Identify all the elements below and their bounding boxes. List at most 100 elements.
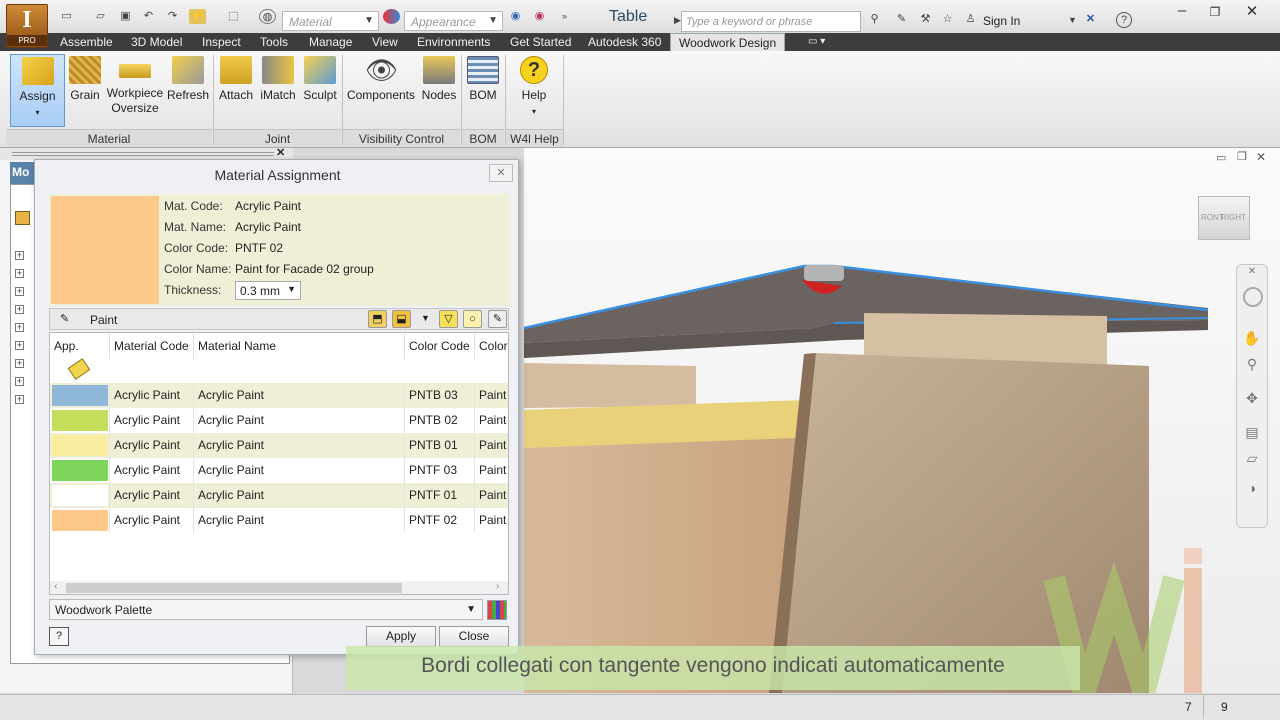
tree-expand-icon[interactable]: + <box>15 305 24 314</box>
eyedropper-icon[interactable]: ✎ <box>488 310 507 328</box>
orbit-icon[interactable]: ✥ <box>1243 389 1261 407</box>
view-face-icon[interactable]: ▤ <box>1243 423 1261 441</box>
help-ribbon-button[interactable]: ? Help ▾ <box>508 54 560 124</box>
attach-button[interactable]: Attach <box>217 54 255 124</box>
tree-expand-icon[interactable]: + <box>15 377 24 386</box>
graphics-viewport[interactable]: ▭ ❐ ✕ RONT RIGHT <box>524 148 1280 693</box>
tree-expand-icon[interactable]: + <box>15 359 24 368</box>
appearance-icon[interactable] <box>383 9 400 24</box>
tool-dropdown-icon[interactable]: ▼ <box>416 310 435 328</box>
scroll-left-icon[interactable]: ‹ <box>54 581 57 592</box>
browser-close-icon[interactable]: ✕ <box>276 146 285 159</box>
tree-expand-icon[interactable]: + <box>15 287 24 296</box>
table-row[interactable]: Acrylic Paint Acrylic Paint PNTB 03 Paint <box>50 383 508 408</box>
appearance-select[interactable]: Appearance ▼ <box>404 11 503 31</box>
tab-3d-model[interactable]: 3D Model <box>131 33 182 51</box>
column-header-material-name[interactable]: Material Name <box>194 333 405 359</box>
components-button[interactable]: 👁 Components <box>345 54 417 124</box>
star-icon[interactable]: ☆ <box>939 12 956 27</box>
navbar-close-icon[interactable]: ✕ <box>1243 263 1261 281</box>
dialog-close-icon[interactable]: ✕ <box>489 164 513 182</box>
app-logo[interactable]: I PRO <box>6 4 48 48</box>
refresh-button[interactable]: Refresh <box>167 54 209 124</box>
filter-tool-icon[interactable]: ▽ <box>439 310 458 328</box>
assign-button[interactable]: Assign ▾ <box>10 54 65 127</box>
tree-expand-icon[interactable]: + <box>15 341 24 350</box>
column-header-app[interactable]: App. <box>50 333 110 359</box>
scroll-thumb[interactable] <box>66 583 402 593</box>
open-folder-icon[interactable]: ▱ <box>92 9 109 24</box>
workpiece-oversize-button[interactable]: Workpiece Oversize <box>106 54 164 124</box>
adjust-icon[interactable]: ◉ <box>507 9 524 24</box>
view-cube-right[interactable]: RIGHT <box>1221 213 1246 222</box>
viewport-minimize-icon[interactable]: ▭ <box>1216 151 1226 164</box>
bom-button[interactable]: BOM <box>464 54 502 124</box>
column-header-color[interactable]: Color <box>475 333 508 359</box>
close-button[interactable]: Close <box>439 626 509 647</box>
new-file-icon[interactable]: ▭ <box>58 9 75 24</box>
assembly-icon[interactable] <box>15 211 30 225</box>
select-icon[interactable]: ⬚ <box>225 9 242 24</box>
more-icon[interactable]: » <box>556 9 573 24</box>
steering-wheel-icon[interactable] <box>1243 287 1263 307</box>
tree-expand-icon[interactable]: + <box>15 269 24 278</box>
assign-body-icon[interactable]: ⬓ <box>392 310 411 328</box>
exchange-icon[interactable]: ✕ <box>1082 12 1099 27</box>
tree-expand-icon[interactable]: + <box>15 395 24 404</box>
undo-icon[interactable]: ↶ <box>140 9 157 24</box>
scroll-right-icon[interactable]: › <box>496 581 499 592</box>
tab-woodwork-design[interactable]: Woodwork Design <box>670 33 786 51</box>
column-header-color-code[interactable]: Color Code <box>405 333 475 359</box>
clear-icon[interactable]: ◉ <box>531 9 548 24</box>
horizontal-scrollbar[interactable]: ‹ › <box>50 581 508 594</box>
sign-in-dropdown-icon[interactable]: ▼ <box>1064 13 1081 28</box>
tree-expand-icon[interactable]: + <box>15 323 24 332</box>
eraser-icon[interactable] <box>67 358 91 380</box>
tab-environments[interactable]: Environments <box>417 33 490 51</box>
binoculars-icon[interactable]: ⚲ <box>866 12 883 27</box>
grain-button[interactable]: Grain <box>67 54 103 124</box>
table-row[interactable]: Acrylic Paint Acrylic Paint PNTB 02 Paint <box>50 408 508 433</box>
tab-assemble[interactable]: Assemble <box>60 33 113 51</box>
redo-icon[interactable]: ↷ <box>164 9 181 24</box>
camera-icon[interactable]: ◑ <box>1243 479 1261 497</box>
pan-icon[interactable]: ✋ <box>1243 329 1261 347</box>
tab-get-started[interactable]: Get Started <box>510 33 571 51</box>
tab-autodesk-360[interactable]: Autodesk 360 <box>588 33 661 51</box>
restore-window-icon[interactable]: ❐ <box>1203 5 1227 19</box>
palette-select[interactable]: Woodwork Palette ▼ <box>49 599 483 620</box>
close-window-icon[interactable]: ✕ <box>1240 2 1264 20</box>
update-icon[interactable]: ⚡ <box>189 9 206 24</box>
lightbulb-icon[interactable]: ○ <box>463 310 482 328</box>
dialog-help-icon[interactable]: ? <box>49 627 69 646</box>
tab-inspect[interactable]: Inspect <box>202 33 241 51</box>
tab-view[interactable]: View <box>372 33 398 51</box>
save-icon[interactable]: ▣ <box>117 9 134 24</box>
help-icon[interactable]: ? <box>1116 12 1132 28</box>
browser-grip[interactable] <box>12 152 274 156</box>
look-at-icon[interactable]: ▱ <box>1243 449 1261 467</box>
minimize-window-icon[interactable]: – <box>1170 2 1194 19</box>
viewport-restore-icon[interactable]: ❐ <box>1237 150 1247 163</box>
sign-in-link[interactable]: Sign In <box>983 14 1020 28</box>
assign-faces-icon[interactable]: ⬒ <box>368 310 387 328</box>
globe-icon[interactable]: ◍ <box>259 9 276 24</box>
tab-options-icon[interactable]: ▭ ▾ <box>808 33 825 51</box>
wrench-icon[interactable]: ⚒ <box>917 12 934 27</box>
apply-button[interactable]: Apply <box>366 626 436 647</box>
table-row[interactable]: Acrylic Paint Acrylic Paint PNTB 01 Paint <box>50 433 508 458</box>
tab-manage[interactable]: Manage <box>309 33 352 51</box>
view-cube[interactable]: RONT RIGHT <box>1198 196 1250 240</box>
viewport-close-icon[interactable]: ✕ <box>1256 150 1266 164</box>
material-select[interactable]: Material ▼ <box>282 11 379 31</box>
table-row[interactable]: Acrylic Paint Acrylic Paint PNTF 03 Paint <box>50 458 508 483</box>
sculpt-button[interactable]: Sculpt <box>301 54 339 124</box>
tab-tools[interactable]: Tools <box>260 33 288 51</box>
nodes-button[interactable]: Nodes <box>419 54 459 124</box>
browser-header[interactable]: Mo <box>10 162 34 184</box>
thickness-select[interactable]: 0.3 mm ▼ <box>235 281 301 300</box>
eraser-row[interactable] <box>50 358 508 383</box>
zoom-icon[interactable]: ⚲ <box>1243 355 1261 373</box>
imatch-button[interactable]: iMatch <box>258 54 298 124</box>
column-header-material-code[interactable]: Material Code <box>110 333 194 359</box>
